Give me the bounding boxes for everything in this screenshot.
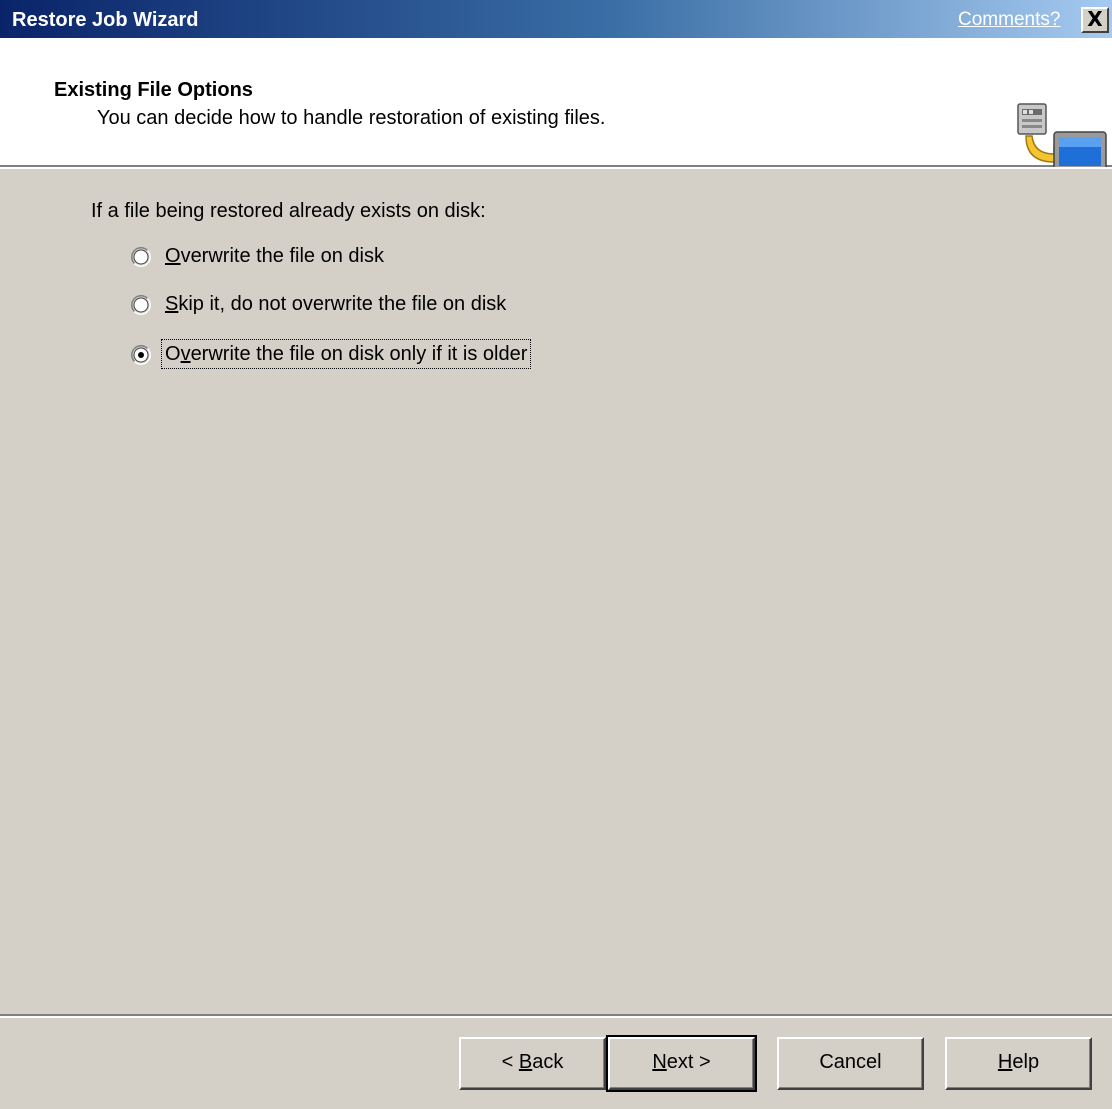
wizard-body: If a file being restored already exists … bbox=[0, 169, 1112, 1014]
page-subtitle: You can decide how to handle restoration… bbox=[97, 107, 606, 129]
window-title: Restore Job Wizard bbox=[12, 9, 199, 31]
next-button[interactable]: Next > bbox=[606, 1035, 757, 1092]
option-overwrite-label: Overwrite the file on disk bbox=[165, 245, 384, 267]
title-bar: Restore Job Wizard Comments? X bbox=[0, 0, 1112, 40]
cancel-button[interactable]: Cancel bbox=[777, 1037, 924, 1090]
radio-unselected-icon[interactable] bbox=[131, 247, 151, 267]
close-button[interactable]: X bbox=[1081, 7, 1109, 33]
option-overwrite-if-older-label: Overwrite the file on disk only if it is… bbox=[160, 339, 532, 369]
page-title: Existing File Options bbox=[54, 79, 253, 101]
option-skip-label: Skip it, do not overwrite the file on di… bbox=[165, 293, 507, 315]
button-separator-highlight bbox=[0, 1016, 1112, 1018]
existing-file-question: If a file being restored already exists … bbox=[91, 200, 486, 222]
radio-unselected-icon[interactable] bbox=[131, 295, 151, 315]
radio-selected-icon[interactable] bbox=[131, 345, 151, 365]
close-icon: X bbox=[1087, 7, 1103, 31]
help-button[interactable]: Help bbox=[945, 1037, 1092, 1090]
wizard-header: Existing File Options You can decide how… bbox=[0, 40, 1112, 191]
back-button[interactable]: < Back bbox=[459, 1037, 606, 1090]
restore-job-wizard-window: Restore Job Wizard Comments? X Existing … bbox=[0, 0, 1112, 1109]
comments-link[interactable]: Comments? bbox=[958, 8, 1060, 32]
